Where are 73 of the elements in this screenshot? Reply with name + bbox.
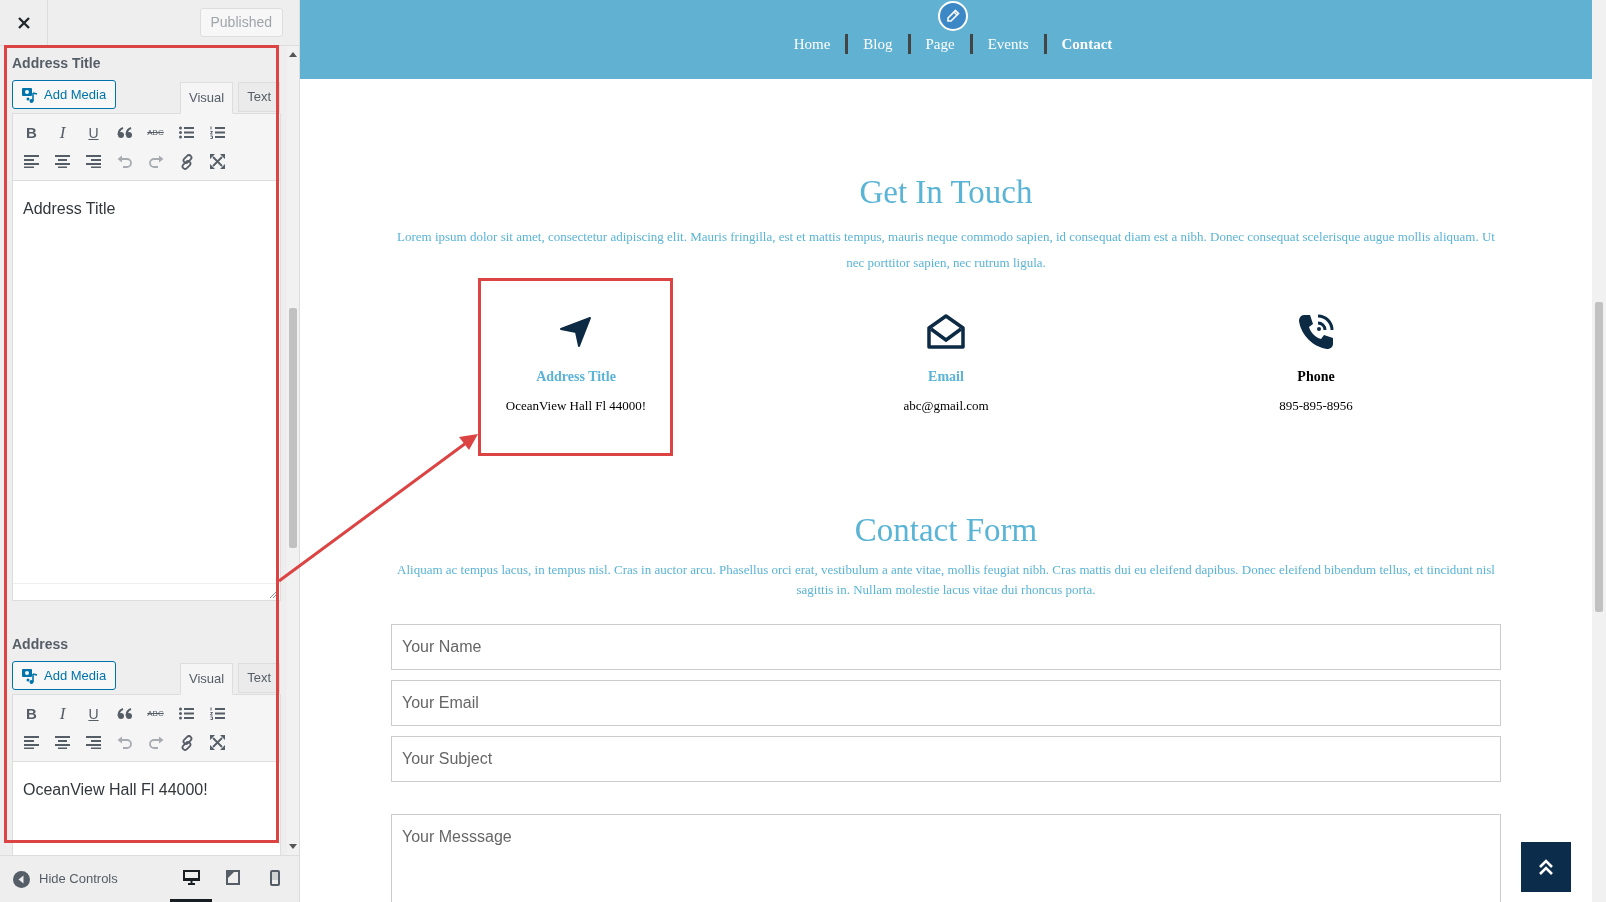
align-left-icon (24, 736, 39, 749)
editor-tab[interactable]: Text (238, 663, 280, 693)
edit-shortcut-button[interactable] (938, 1, 968, 31)
link-icon (178, 153, 195, 170)
section-description: Lorem ipsum dolor sit amet, consectetur adipiscing elit. Mauris fringilla, est et mattis tempus, mauris neque commodo sapien, id consequat diam est a nibh. Donec consequat scelerisque augue mollis aliquam. Ut nec porttitor sapien, nec rutrum ligula. (396, 228, 1496, 272)
editor-content-area[interactable]: Address Title (13, 181, 280, 583)
envelope-icon (926, 313, 966, 351)
double-chevron-up-icon (1538, 858, 1554, 876)
phone-icon (1296, 312, 1336, 352)
contact-title: Address Title (536, 368, 616, 386)
editor-content-area[interactable]: OceanView Hall Fl 44000! (13, 762, 280, 855)
scrollbar[interactable] (1592, 0, 1606, 902)
quote-icon (116, 125, 133, 140)
align-center-icon (55, 155, 70, 168)
link-icon (178, 734, 195, 751)
add-media-button[interactable]: Add Media (12, 80, 117, 109)
contact-detail: 895-895-8956 (1279, 397, 1353, 415)
editor-tab[interactable]: Text (238, 82, 280, 112)
fullscreen-icon (210, 735, 225, 750)
italic-button[interactable]: I (47, 118, 78, 147)
mobile-phone-icon (270, 869, 280, 886)
input-field[interactable]: Your Name (391, 624, 1501, 670)
quote-icon (116, 706, 133, 721)
fullscreen-icon (210, 154, 225, 169)
numbered-list-icon (210, 707, 225, 720)
message-field[interactable]: Your Messsage (391, 814, 1501, 902)
underline-button[interactable]: U (78, 118, 109, 147)
align-left-icon (24, 155, 39, 168)
align-center-icon (55, 736, 70, 749)
resize-handle-icon[interactable] (270, 590, 278, 598)
italic-button[interactable]: I (47, 699, 78, 728)
pencil-icon (946, 9, 960, 23)
close-icon (17, 16, 30, 29)
bold-button[interactable]: B (16, 118, 47, 147)
media-icon (22, 86, 38, 103)
undo-icon (116, 736, 133, 749)
bold-button[interactable]: B (16, 699, 47, 728)
hide-controls-button[interactable]: Hide Controls (0, 869, 170, 889)
contact-title: Email (928, 368, 964, 386)
bulleted-list-icon (179, 126, 194, 139)
numbered-list-icon (210, 126, 225, 139)
redo-icon (147, 736, 164, 749)
scroll-to-top-button[interactable] (1521, 842, 1571, 892)
media-icon (22, 667, 38, 684)
scroll-up-icon (289, 52, 297, 57)
redo-icon (147, 155, 164, 168)
navigation-arrow-icon (559, 315, 593, 349)
field-label: Address (12, 635, 70, 653)
contact-detail: OceanView Hall Fl 44000! (505, 397, 647, 415)
bulleted-list-icon (179, 707, 194, 720)
input-field[interactable]: Your Email (391, 680, 1501, 726)
section-heading: Get In Touch (859, 173, 1033, 212)
scroll-down-icon (289, 844, 297, 849)
add-media-button[interactable]: Add Media (12, 661, 117, 690)
align-right-icon (86, 155, 101, 168)
field-label: Address Title (12, 54, 102, 72)
underline-button[interactable]: U (78, 699, 109, 728)
strikethrough-button[interactable]: ABC (140, 118, 171, 147)
contact-title: Phone (1297, 368, 1335, 386)
desktop-icon (182, 870, 200, 885)
strikethrough-button[interactable]: ABC (140, 699, 171, 728)
align-right-icon (86, 736, 101, 749)
section-description: Aliquam ac tempus lacus, in tempus nisl. Cras in auctor arcu. Phasellus orci erat, vestibulum a ante vitae, mollis feugiat nibh. Cras mattis dui eu eleifend dapibus. Donec eleifend bibendum tellus, et tincidunt nisl sagittis in. Nullam molestie lacus vitae dui rhoncus porta. (396, 561, 1496, 599)
editor-tab[interactable]: Visual (179, 663, 234, 695)
section-heading: Contact Form (854, 511, 1038, 550)
input-field[interactable]: Your Subject (391, 736, 1501, 782)
contact-detail: abc@gmail.com (903, 397, 989, 415)
undo-icon (116, 155, 133, 168)
collapse-icon (13, 870, 30, 888)
editor-tab[interactable]: Visual (179, 82, 234, 114)
scrollbar-thumb[interactable] (289, 308, 297, 548)
scrollbar-thumb[interactable] (1595, 302, 1603, 612)
tablet-icon (226, 870, 240, 885)
